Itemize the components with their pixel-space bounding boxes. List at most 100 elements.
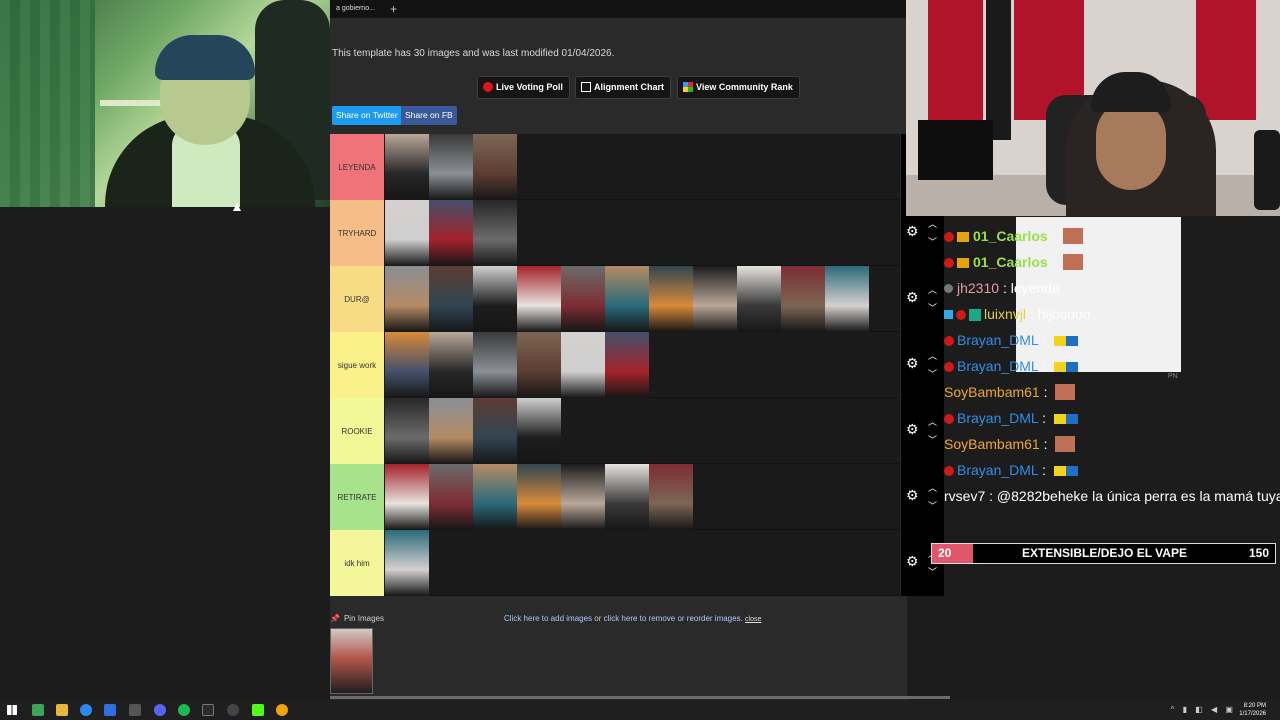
chevron-up-icon[interactable]: ︿: [928, 352, 938, 361]
gear-icon[interactable]: ⚙: [906, 290, 920, 304]
tier-image[interactable]: [385, 398, 429, 464]
new-tab-button[interactable]: +: [390, 0, 397, 18]
tier-label[interactable]: LEYENDA: [330, 134, 384, 200]
tier-label[interactable]: ROOKIE: [330, 398, 384, 464]
tier-label[interactable]: sigue work: [330, 332, 384, 398]
tier-image[interactable]: [385, 464, 429, 530]
windows-start-icon[interactable]: [7, 705, 17, 715]
tier-image[interactable]: [561, 464, 605, 530]
tier-image[interactable]: [429, 200, 473, 266]
tier-image[interactable]: [825, 266, 869, 332]
tier-image[interactable]: [429, 398, 473, 464]
tier-image[interactable]: [429, 332, 473, 398]
tier-image[interactable]: [385, 134, 429, 200]
add-images-link[interactable]: Click here to add images: [504, 614, 592, 623]
tier-label[interactable]: RETIRATE: [330, 464, 384, 530]
tier-image[interactable]: [737, 266, 781, 332]
tier-image[interactable]: [429, 464, 473, 530]
edge-browser-icon[interactable]: [80, 704, 92, 716]
gear-icon[interactable]: ⚙: [906, 356, 920, 370]
tier-image[interactable]: [605, 464, 649, 530]
chat-username[interactable]: Brayan_DML: [957, 332, 1038, 348]
tier-image[interactable]: [561, 332, 605, 398]
gear-icon[interactable]: ⚙: [906, 488, 920, 502]
chat-username[interactable]: 01_Caarlos: [973, 228, 1048, 244]
chevron-down-icon[interactable]: ﹀: [928, 502, 938, 511]
tier-image[interactable]: [385, 266, 429, 332]
pin-images[interactable]: 📌 Pin Images: [330, 614, 384, 623]
system-tray-icons[interactable]: ^ ▮ ◧ ◀ ▣: [1171, 705, 1236, 714]
chat-username[interactable]: Brayan_DML: [957, 410, 1038, 426]
tier-image[interactable]: [605, 332, 649, 398]
tier-image[interactable]: [605, 266, 649, 332]
tier-label[interactable]: TRYHARD: [330, 200, 384, 266]
close-link[interactable]: close: [745, 616, 761, 623]
obs-icon[interactable]: [227, 704, 239, 716]
chevron-up-icon[interactable]: ︿: [928, 418, 938, 427]
tier-image[interactable]: [473, 200, 517, 266]
tier-image[interactable]: [429, 266, 473, 332]
chat-username[interactable]: Brayan_DML: [957, 462, 1038, 478]
record-icon: [483, 82, 493, 92]
tier-image[interactable]: [649, 266, 693, 332]
chevron-down-icon[interactable]: ﹀: [928, 568, 938, 577]
tier-image[interactable]: [473, 134, 517, 200]
share-facebook-button[interactable]: Share on FB: [401, 106, 457, 125]
chat-username[interactable]: 01_Caarlos: [973, 254, 1048, 270]
tier-image[interactable]: [517, 464, 561, 530]
chat-username[interactable]: luixnvjl: [984, 306, 1026, 322]
chrome-icon[interactable]: [276, 704, 288, 716]
chevron-up-icon[interactable]: ︿: [928, 220, 938, 229]
tier-image[interactable]: [693, 266, 737, 332]
tier-image[interactable]: [473, 464, 517, 530]
tier-images: [385, 398, 561, 464]
chat-username[interactable]: Brayan_DML: [957, 358, 1038, 374]
pen-icon[interactable]: [129, 704, 141, 716]
spotify-icon[interactable]: [178, 704, 190, 716]
share-twitter-button[interactable]: Share on Twitter: [332, 106, 402, 125]
chevron-down-icon[interactable]: ﹀: [928, 238, 938, 247]
gear-icon[interactable]: ⚙: [906, 422, 920, 436]
horizontal-scrollbar[interactable]: [330, 696, 950, 699]
file-explorer-icon[interactable]: [56, 704, 68, 716]
app-icon[interactable]: [104, 704, 116, 716]
tier-image[interactable]: [385, 332, 429, 398]
tier-image[interactable]: [429, 134, 473, 200]
gear-icon[interactable]: ⚙: [906, 224, 920, 238]
chat-username[interactable]: SoyBambam61: [944, 384, 1040, 400]
chat-username[interactable]: SoyBambam61: [944, 436, 1040, 452]
chevron-down-icon[interactable]: ﹀: [928, 304, 938, 313]
chevron-down-icon[interactable]: ﹀: [928, 370, 938, 379]
speaker: [1254, 130, 1280, 210]
pinned-image[interactable]: [330, 628, 373, 694]
tier-image[interactable]: [385, 200, 429, 266]
tier-label[interactable]: DUR@: [330, 266, 384, 332]
alignment-chart-button[interactable]: Alignment Chart: [575, 76, 672, 99]
live-voting-poll-button[interactable]: Live Voting Poll: [477, 76, 570, 99]
chat-username[interactable]: rvsev7: [944, 488, 985, 504]
tier-image[interactable]: [385, 530, 429, 596]
app-icon[interactable]: [32, 704, 44, 716]
chat-username[interactable]: jh2310: [957, 280, 999, 296]
tier-label[interactable]: idk him: [330, 530, 384, 596]
tier-image[interactable]: [473, 332, 517, 398]
tier-image[interactable]: [473, 266, 517, 332]
tier-image[interactable]: [561, 266, 605, 332]
tier-image[interactable]: [649, 464, 693, 530]
clock[interactable]: 8:20 PM 1/17/2026: [1239, 702, 1266, 718]
remove-images-link[interactable]: click here to remove or reorder images.: [604, 614, 743, 623]
tier-image[interactable]: [517, 398, 561, 464]
tier-image[interactable]: [781, 266, 825, 332]
browser-tab[interactable]: a gobierno...: [330, 0, 381, 18]
view-community-rank-button[interactable]: View Community Rank: [677, 76, 800, 99]
chevron-up-icon[interactable]: ︿: [928, 286, 938, 295]
chevron-up-icon[interactable]: ︿: [928, 484, 938, 493]
terminal-icon[interactable]: [202, 704, 214, 716]
gear-icon[interactable]: ⚙: [906, 554, 920, 568]
kick-icon[interactable]: [252, 704, 264, 716]
discord-icon[interactable]: [154, 704, 166, 716]
tier-image[interactable]: [517, 266, 561, 332]
chevron-down-icon[interactable]: ﹀: [928, 436, 938, 445]
tier-image[interactable]: [473, 398, 517, 464]
tier-image[interactable]: [517, 332, 561, 398]
